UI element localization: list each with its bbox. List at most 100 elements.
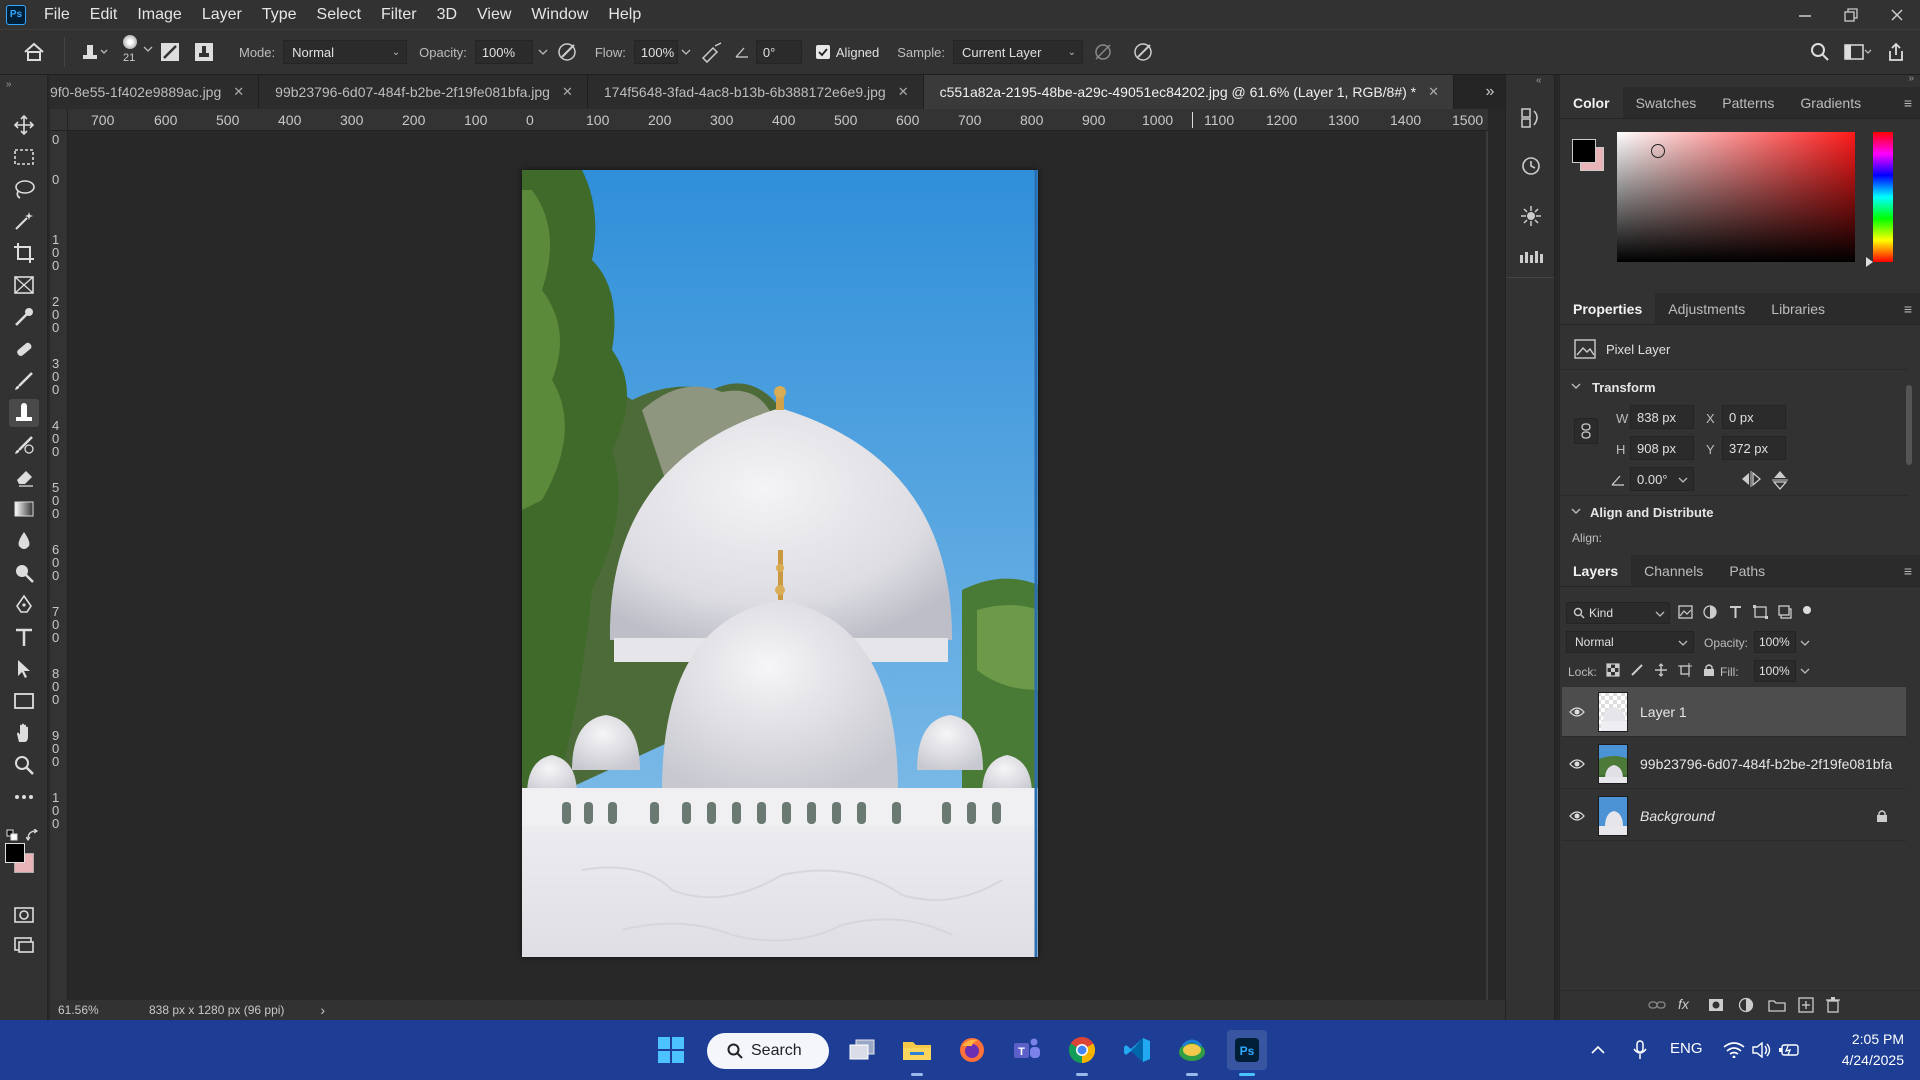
workspace-icon[interactable] bbox=[1838, 43, 1878, 61]
vertical-ruler[interactable]: 0 0 1 0 0 2 0 0 3 0 0 4 0 0 5 0 0 6 0 0 … bbox=[50, 131, 68, 1001]
layer-thumbnail[interactable] bbox=[1598, 743, 1628, 784]
magic-wand-tool-icon[interactable] bbox=[9, 207, 39, 235]
lock-icon[interactable] bbox=[1876, 809, 1888, 823]
new-adjustment-layer-icon[interactable] bbox=[1738, 997, 1754, 1013]
visibility-eye-icon[interactable] bbox=[1562, 810, 1592, 822]
width-field[interactable]: 838 px bbox=[1630, 405, 1694, 429]
collapse-toolbar-icon[interactable]: » bbox=[6, 79, 12, 90]
lock-all-icon[interactable] bbox=[1702, 663, 1716, 677]
filter-smart-object-icon[interactable] bbox=[1778, 605, 1793, 619]
hue-slider-handle[interactable] bbox=[1866, 257, 1873, 267]
menu-type[interactable]: Type bbox=[252, 0, 307, 29]
menu-image[interactable]: Image bbox=[127, 0, 191, 29]
app-globe-icon[interactable] bbox=[1172, 1030, 1212, 1076]
battery-icon[interactable] bbox=[1770, 1030, 1810, 1070]
close-icon[interactable]: ✕ bbox=[898, 84, 909, 100]
quick-mask-icon[interactable] bbox=[9, 901, 39, 929]
layer-filter-select[interactable]: Kind bbox=[1566, 602, 1670, 624]
canvas-area[interactable] bbox=[68, 131, 1488, 1001]
history-panel-icon[interactable] bbox=[1520, 155, 1542, 177]
share-icon[interactable] bbox=[1878, 42, 1914, 62]
y-field[interactable]: 372 px bbox=[1722, 436, 1786, 460]
gradient-tool-icon[interactable] bbox=[9, 495, 39, 523]
aligned-checkbox[interactable] bbox=[815, 45, 830, 59]
windows-start-icon[interactable] bbox=[651, 1030, 691, 1070]
panel-menu-icon[interactable]: ≡ bbox=[1904, 95, 1912, 111]
transform-section-title[interactable]: Transform bbox=[1592, 380, 1656, 395]
tab-color[interactable]: Color bbox=[1560, 87, 1623, 118]
clone-stamp-tool-icon[interactable] bbox=[9, 399, 39, 427]
lock-artboard-icon[interactable] bbox=[1678, 663, 1692, 677]
zoom-tool-icon[interactable] bbox=[9, 751, 39, 779]
height-field[interactable]: 908 px bbox=[1630, 436, 1694, 460]
tab-libraries[interactable]: Libraries bbox=[1758, 293, 1838, 324]
angle-field[interactable]: 0° bbox=[755, 40, 802, 64]
foreground-color-swatch[interactable] bbox=[5, 843, 25, 863]
blend-mode-select[interactable]: Normal bbox=[1566, 631, 1694, 653]
chevron-down-icon[interactable] bbox=[1800, 639, 1810, 647]
collapse-panels-icon[interactable]: » bbox=[1908, 73, 1914, 84]
search-icon[interactable] bbox=[1802, 42, 1838, 62]
menu-filter[interactable]: Filter bbox=[371, 0, 427, 29]
history-brush-tool-icon[interactable] bbox=[9, 431, 39, 459]
opacity-field[interactable]: 100% bbox=[474, 40, 533, 64]
fill-field[interactable]: 100% bbox=[1754, 660, 1796, 682]
tabs-overflow-icon[interactable]: » bbox=[1475, 75, 1505, 109]
lock-pixels-icon[interactable] bbox=[1630, 663, 1644, 677]
document-tab[interactable]: 174f5648-3fad-4ac8-b13b-6b388172e6e9.jpg… bbox=[587, 75, 924, 109]
hand-tool-icon[interactable] bbox=[9, 719, 39, 747]
close-icon[interactable]: ✕ bbox=[233, 84, 244, 100]
chevron-down-icon[interactable] bbox=[1800, 667, 1810, 675]
clock[interactable]: 2:05 PM 4/24/2025 bbox=[1820, 1029, 1904, 1071]
panel-menu-icon[interactable]: ≡ bbox=[1904, 563, 1912, 579]
brush-preset-picker[interactable]: 21 bbox=[113, 32, 153, 72]
color-field[interactable] bbox=[1617, 132, 1855, 262]
document-tab-active[interactable]: c551a82a-2195-48be-a29c-49051ec84202.jpg… bbox=[923, 75, 1455, 109]
align-section-title[interactable]: Align and Distribute bbox=[1590, 505, 1714, 520]
clone-source-panel-icon[interactable] bbox=[1520, 105, 1542, 129]
type-tool-icon[interactable] bbox=[9, 623, 39, 651]
filter-toggle-icon[interactable] bbox=[1803, 606, 1811, 614]
layer-name[interactable]: Background bbox=[1640, 808, 1715, 824]
close-icon[interactable] bbox=[1874, 0, 1920, 29]
new-group-icon[interactable] bbox=[1768, 998, 1786, 1012]
ruler-origin[interactable] bbox=[50, 109, 68, 131]
tab-paths[interactable]: Paths bbox=[1716, 555, 1778, 586]
clone-stamp-preset-icon[interactable] bbox=[75, 41, 113, 63]
document-info[interactable]: 838 px x 1280 px (96 ppi) bbox=[149, 1003, 284, 1017]
photoshop-logo-icon[interactable]: Ps bbox=[6, 4, 26, 25]
document-tab[interactable]: 9f0-8e55-1f402e9889ac.jpg ✕ bbox=[50, 75, 260, 109]
eyedropper-tool-icon[interactable] bbox=[9, 303, 39, 331]
menu-view[interactable]: View bbox=[467, 0, 521, 29]
menu-3d[interactable]: 3D bbox=[427, 0, 467, 29]
task-view-icon[interactable] bbox=[842, 1030, 882, 1070]
airbrush-icon[interactable] bbox=[692, 41, 732, 63]
link-layers-icon[interactable] bbox=[1648, 999, 1666, 1011]
minimize-icon[interactable] bbox=[1782, 0, 1828, 29]
path-selection-tool-icon[interactable] bbox=[9, 655, 39, 683]
layer-name[interactable]: Layer 1 bbox=[1640, 704, 1687, 720]
ignore-adjustment-layers-icon[interactable] bbox=[1083, 42, 1123, 62]
menu-window[interactable]: Window bbox=[521, 0, 598, 29]
dodge-tool-icon[interactable] bbox=[9, 559, 39, 587]
visibility-eye-icon[interactable] bbox=[1562, 758, 1592, 770]
taskbar-search[interactable]: Search bbox=[707, 1033, 829, 1069]
status-menu-arrow-icon[interactable]: › bbox=[320, 1002, 325, 1018]
new-layer-icon[interactable] bbox=[1798, 997, 1814, 1013]
rectangle-tool-icon[interactable] bbox=[9, 687, 39, 715]
close-icon[interactable]: ✕ bbox=[562, 84, 573, 100]
properties-scrollbar[interactable] bbox=[1905, 375, 1913, 550]
chrome-icon[interactable] bbox=[1062, 1030, 1102, 1076]
lock-position-icon[interactable] bbox=[1654, 663, 1668, 677]
pressure-size-icon[interactable] bbox=[1123, 41, 1163, 63]
tab-channels[interactable]: Channels bbox=[1631, 555, 1716, 586]
document-canvas[interactable] bbox=[522, 170, 1038, 957]
layer-name[interactable]: 99b23796-6d07-484f-b2be-2f19fe081bfa bbox=[1640, 756, 1892, 772]
document-tab[interactable]: 99b23796-6d07-484f-b2be-2f19fe081bfa.jpg… bbox=[259, 75, 588, 109]
sample-select[interactable]: Current Layer ⌄ bbox=[952, 40, 1083, 64]
home-icon[interactable] bbox=[14, 42, 54, 62]
vscode-icon[interactable] bbox=[1117, 1030, 1157, 1070]
tab-properties[interactable]: Properties bbox=[1560, 293, 1656, 324]
menu-file[interactable]: File bbox=[34, 0, 80, 29]
layer-effects-icon[interactable]: fx bbox=[1678, 996, 1689, 1012]
